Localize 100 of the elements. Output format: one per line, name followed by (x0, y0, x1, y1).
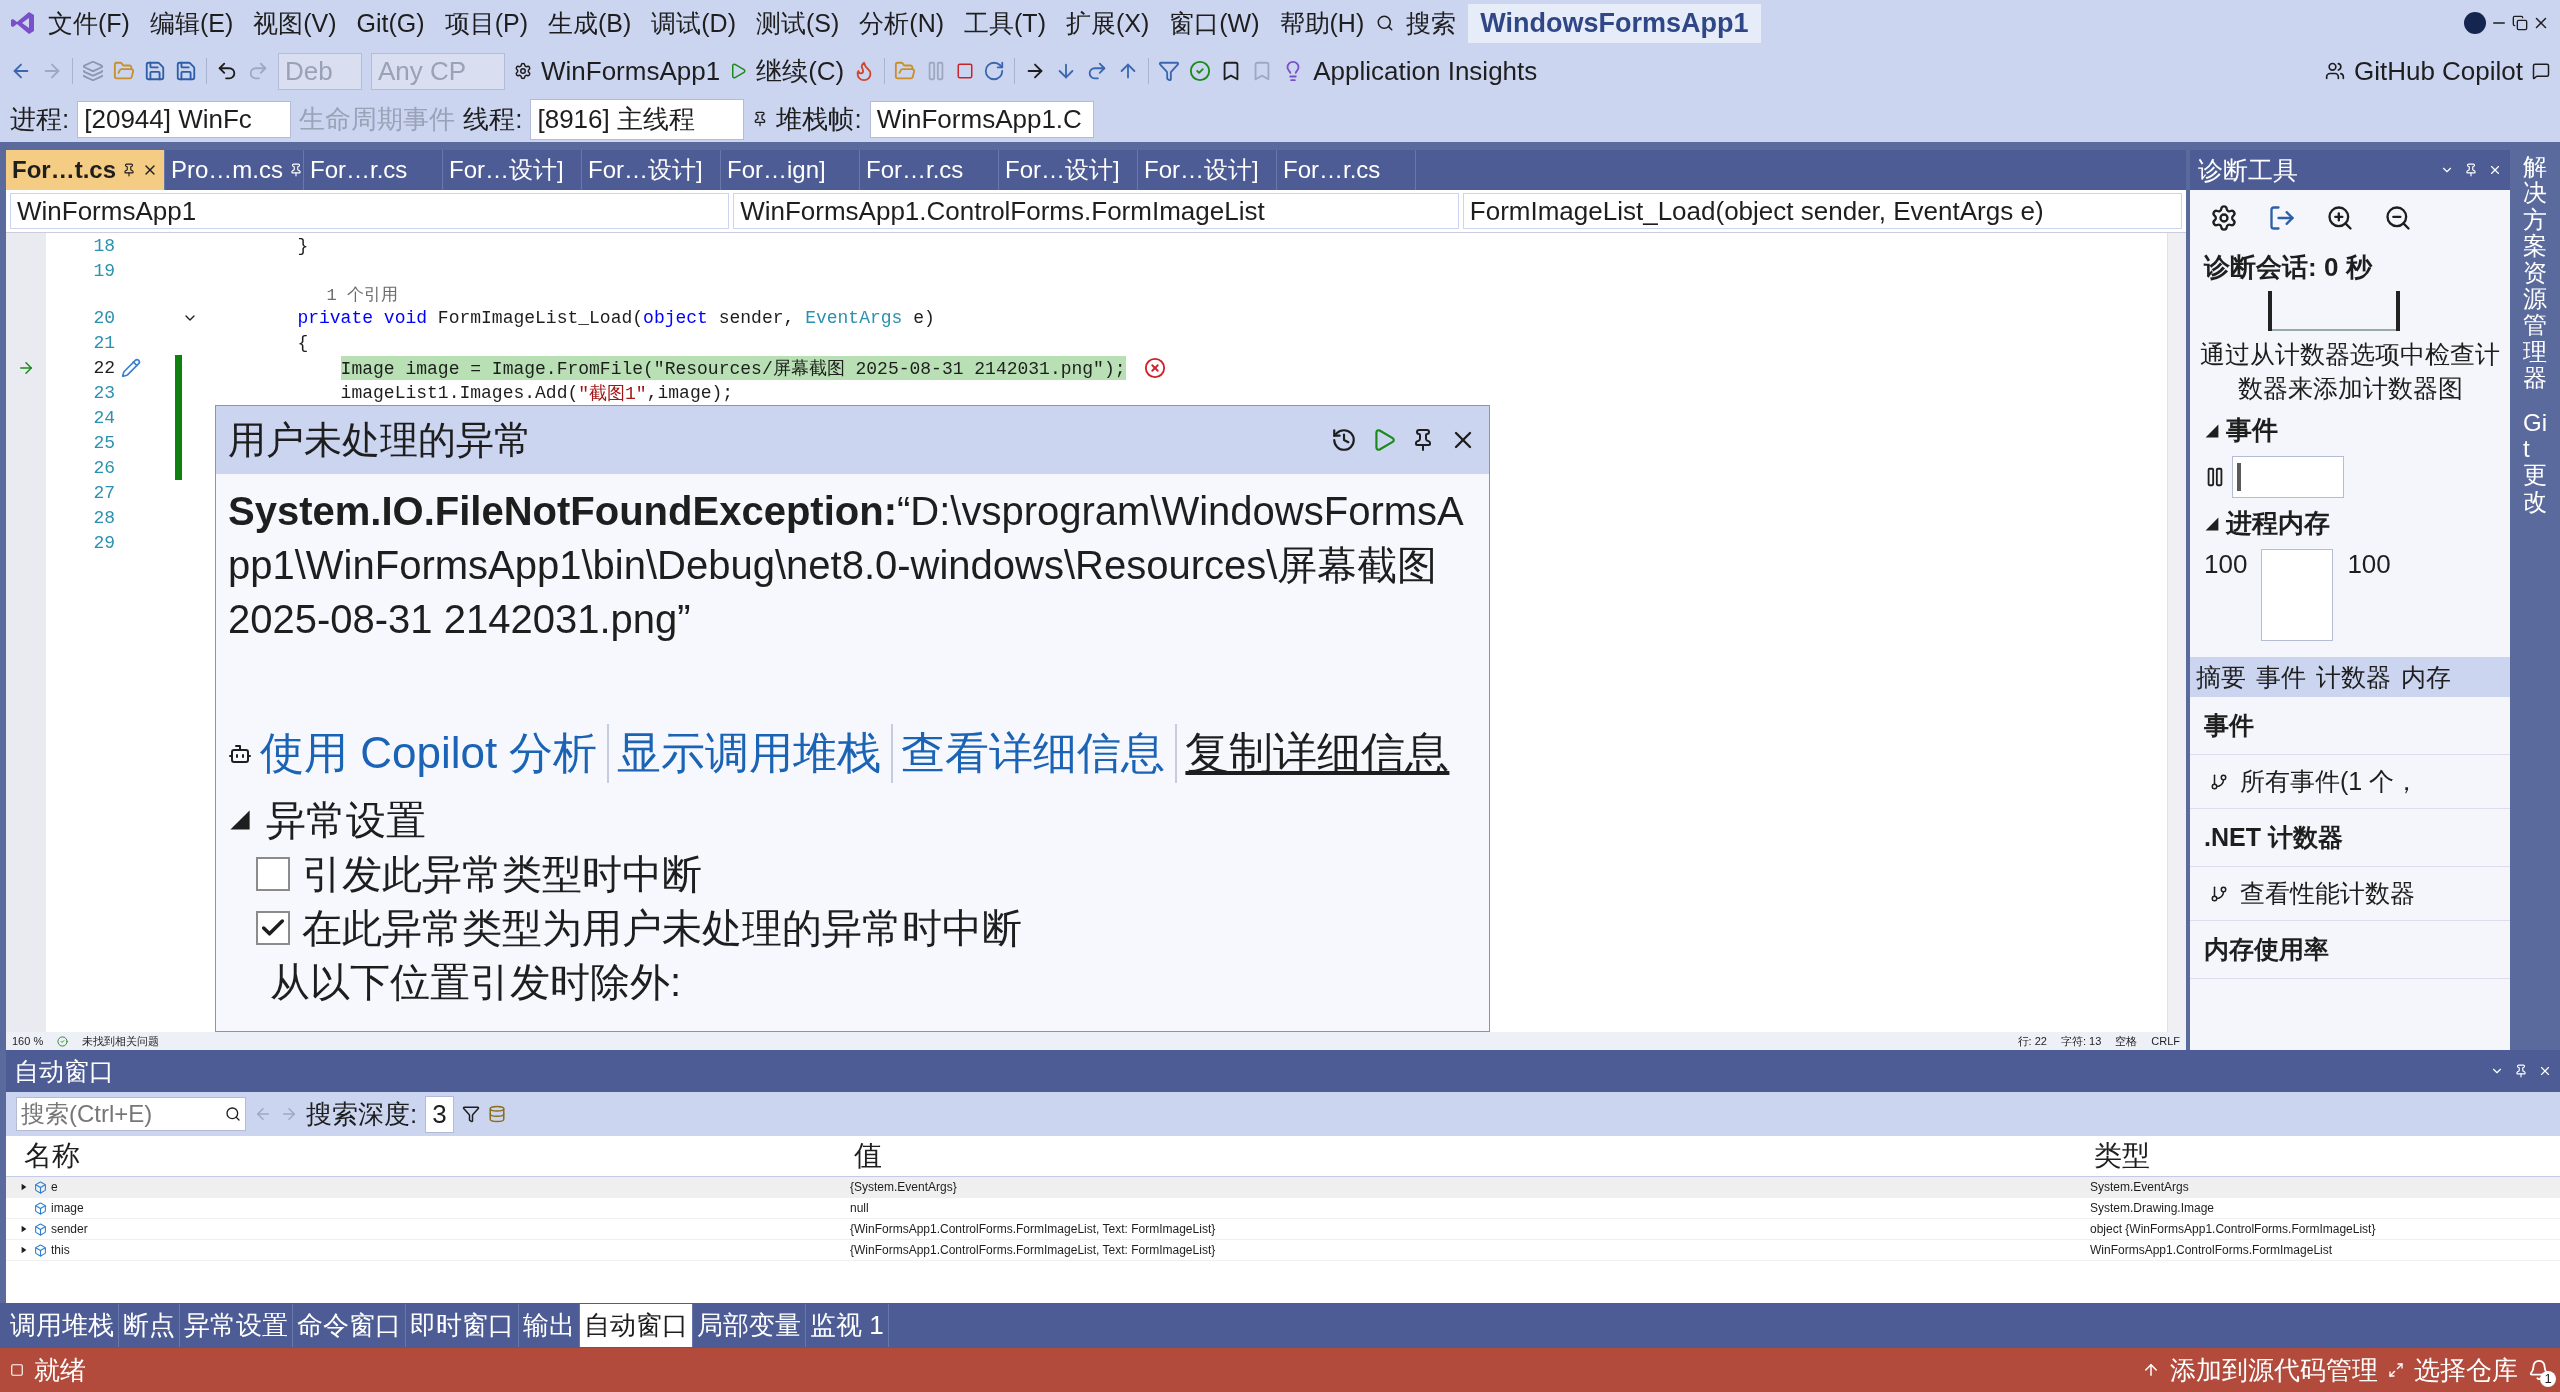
depth-label: 搜索深度: (306, 1097, 418, 1131)
menu-item[interactable]: 窗口(W) (1161, 6, 1268, 40)
table-cell-text: System.EventArgs (2090, 1180, 2190, 1194)
menu-item[interactable]: 帮助(H) (1271, 6, 1373, 40)
tool-window-tab[interactable]: 异常设置 (180, 1304, 293, 1347)
depth-dropdown[interactable]: 3 (425, 1095, 454, 1133)
tool-window-tab[interactable]: 即时窗口 (406, 1304, 519, 1347)
tool-window-tab[interactable]: 调用堆栈 (6, 1304, 119, 1347)
table-cell-text: null (850, 1201, 870, 1215)
panel-tab[interactable]: 事件 (2256, 660, 2306, 694)
link[interactable]: 显示调用堆栈 (617, 724, 894, 783)
menu-item[interactable]: 测试(S) (748, 6, 848, 40)
menu-item[interactable]: 分析(N) (851, 6, 953, 40)
code-line: private void FormImageList_Load(object sender, EventArgs e) (296, 307, 935, 328)
side-tab[interactable]: Git 更改 (2523, 409, 2547, 516)
summary-heading: 事件 (2190, 697, 2510, 755)
axis-label: 100 (2204, 549, 2248, 580)
table-cell-text: {WinFormsApp1.ControlForms.FormImageList, Text: FormImageList} (850, 1222, 1217, 1236)
line-number: 23 (92, 382, 116, 403)
search-field[interactable]: 搜索(Ctrl+E) (16, 1097, 246, 1131)
panel-tab[interactable]: 计数器 (2316, 660, 2391, 694)
exception-note: 从以下位置引发时除外: (269, 959, 682, 1006)
line-number: 22 (92, 357, 116, 378)
menu-item[interactable]: 调试(D) (643, 6, 744, 40)
code-lens[interactable]: 1 个引用 (46, 282, 399, 306)
section-heading: 事件 (2226, 414, 2278, 447)
table-cell: sender (51, 1222, 88, 1236)
line-number: 29 (92, 532, 116, 553)
menu-item[interactable]: 文件(F) (40, 6, 138, 40)
whitespace-status[interactable]: 空格 (2115, 1033, 2138, 1049)
char-status[interactable]: 字符: 13 (2060, 1033, 2102, 1049)
line-number: 19 (92, 260, 116, 281)
startup-project-button[interactable]: WinFormsApp1 (541, 55, 721, 87)
process-label: 进程: (10, 102, 70, 136)
menu-item[interactable]: Git(G) (348, 8, 433, 38)
link[interactable]: 查看详细信息 (901, 724, 1178, 783)
panel-title: 诊断工具 (2198, 154, 2298, 186)
member-dropdown[interactable]: FormImageList_Load(object sender, EventArgs e) (1462, 193, 2182, 229)
project-dropdown[interactable]: WinFormsApp1 (10, 193, 730, 229)
line-number: 25 (92, 432, 116, 453)
menu-item[interactable]: 项目(P) (436, 6, 536, 40)
table-cell-text: {WinFormsApp1.ControlForms.FormImageList, Text: FormImageList} (850, 1243, 1217, 1257)
tool-window-tab[interactable]: 命令窗口 (293, 1304, 406, 1347)
line-number: 21 (92, 332, 116, 353)
issues-status[interactable]: 未找到相关问题 (82, 1033, 160, 1049)
code-line: imageList1.Images.Add("截图1",image); (339, 381, 734, 405)
column-header[interactable]: 值 (850, 1137, 2090, 1175)
search-menu[interactable]: 搜索 (1398, 6, 1465, 40)
continue-button[interactable]: 继续(C) (756, 53, 845, 89)
panel-tab[interactable]: 摘要 (2196, 660, 2246, 694)
panel-tab[interactable]: 内存 (2401, 660, 2451, 694)
github-copilot-button[interactable]: GitHub Copilot (2353, 55, 2523, 87)
summary-heading: .NET 计数器 (2190, 809, 2510, 867)
repository-button[interactable]: 选择仓库 (2414, 1352, 2518, 1388)
table-cell: image (51, 1201, 84, 1215)
type-dropdown[interactable]: WinFormsApp1.ControlForms.FormImageList (733, 193, 1459, 229)
code-line: } (296, 235, 309, 256)
column-header[interactable]: 名称 (20, 1137, 850, 1175)
tool-window-tab[interactable]: 局部变量 (693, 1304, 806, 1347)
table-cell-text: object {WinFormsApp1.ControlForms.FormImageList} (2090, 1222, 2377, 1236)
summary-link[interactable]: 所有事件(1 个， (2240, 765, 2420, 798)
source-control-button[interactable]: 添加到源代码管理 (2170, 1352, 2378, 1388)
document-tab[interactable]: For…t.cs (6, 150, 165, 190)
tool-window-tab[interactable]: 断点 (119, 1304, 180, 1347)
line-status[interactable]: 行: 22 (2017, 1033, 2047, 1049)
process-dropdown[interactable]: [20944] WinFc (77, 100, 292, 138)
table-cell: this (51, 1243, 70, 1257)
column-header[interactable]: 类型 (2090, 1137, 2560, 1175)
line-number: 24 (92, 407, 116, 428)
table-cell-text: {System.EventArgs} (850, 1180, 958, 1194)
link[interactable]: 使用 Copilot 分析 (260, 724, 610, 783)
menu-item[interactable]: 工具(T) (956, 6, 1054, 40)
side-tab[interactable]: 解决方案资源管理器 (2523, 154, 2547, 392)
thread-label: 线程: (463, 102, 523, 136)
axis-label: 100 (2347, 549, 2391, 580)
menu-item[interactable]: 扩展(X) (1057, 6, 1158, 40)
summary-link[interactable]: 查看性能计数器 (2240, 877, 2415, 910)
table-cell-text: WinFormsApp1.ControlForms.FormImageList (2090, 1243, 2334, 1257)
menu-item[interactable]: 生成(B) (539, 6, 640, 40)
session-label: 诊断会话: 0 秒 (2202, 251, 2374, 284)
line-number: 26 (92, 457, 116, 478)
section-heading: 进程内存 (2226, 507, 2330, 540)
code-line: { (296, 332, 309, 353)
link[interactable]: 复制详细信息 (1185, 724, 1460, 783)
table-cell: e (51, 1180, 58, 1194)
line-ending-status[interactable]: CRLF (2151, 1035, 2180, 1047)
tool-window-tab[interactable]: 自动窗口 (580, 1304, 693, 1347)
stack-frame-label: 堆栈帧: (776, 102, 862, 136)
application-insights-button[interactable]: Application Insights (1313, 55, 1538, 87)
menu-item[interactable]: 视图(V) (245, 6, 345, 40)
table-row[interactable]: e {System.EventArgs} System.EventArgs (6, 1177, 2560, 1198)
summary-heading: 内存使用率 (2190, 921, 2510, 979)
menu-item[interactable]: 编辑(E) (141, 6, 242, 40)
stack-frame-dropdown[interactable]: WinFormsApp1.C (869, 100, 1094, 138)
thread-dropdown[interactable]: [8916] 主线程 (530, 98, 745, 140)
checkbox-label[interactable]: 引发此异常类型时中断 (302, 847, 702, 901)
zoom-dropdown[interactable]: 160 % (12, 1035, 44, 1047)
tool-window-tab[interactable]: 监视 1 (806, 1304, 889, 1347)
line-number: 27 (92, 482, 116, 503)
checkbox-label[interactable]: 在此异常类型为用户未处理的异常时中断 (302, 901, 1022, 955)
